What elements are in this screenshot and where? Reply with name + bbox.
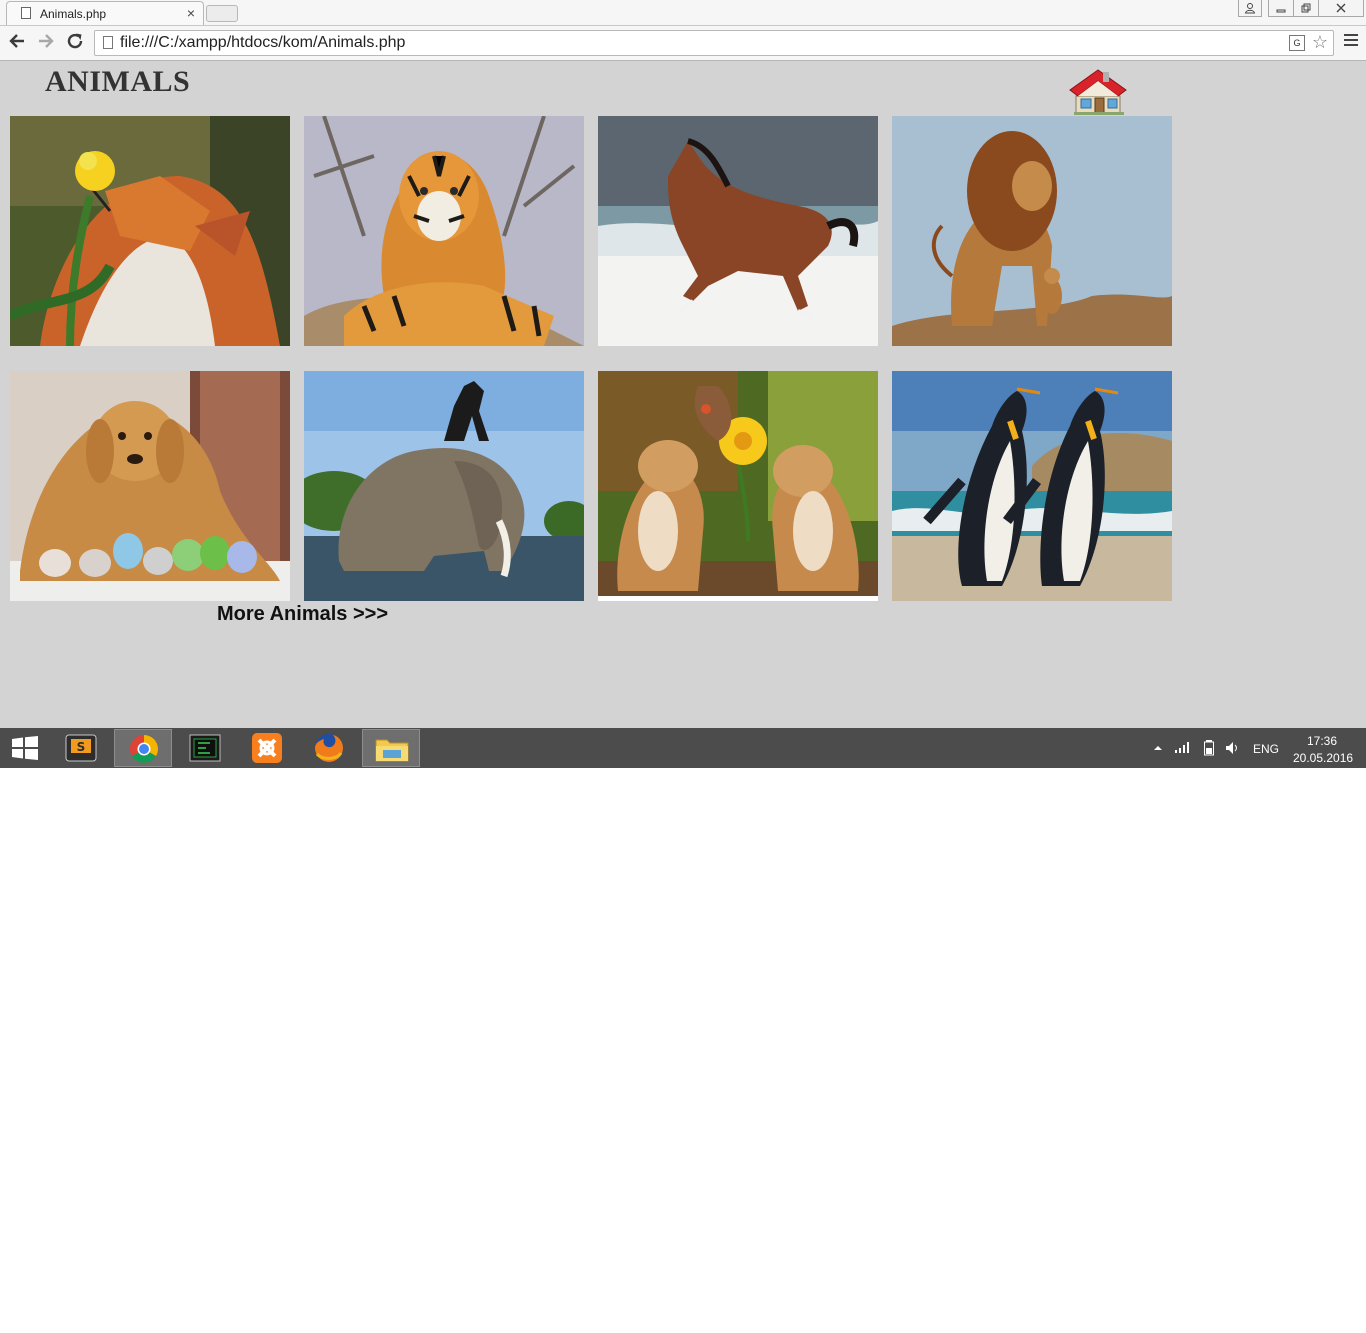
battery-icon[interactable] — [1203, 739, 1215, 757]
hamburger-menu-icon[interactable] — [1344, 34, 1358, 49]
volume-icon[interactable] — [1224, 740, 1240, 756]
language-indicator[interactable]: ENG — [1253, 742, 1279, 756]
translate-icon[interactable]: G — [1289, 35, 1305, 51]
restore-icon[interactable] — [1293, 0, 1319, 17]
file-explorer-icon[interactable] — [362, 729, 420, 767]
terminal-icon[interactable] — [176, 729, 234, 767]
star-icon[interactable]: ☆ — [1312, 32, 1328, 53]
more-animals-link[interactable]: More Animals >>> — [217, 603, 388, 626]
windows-taskbar: S ENG 17:36 20.05.2016 — [0, 728, 1366, 768]
windows-start-icon[interactable] — [10, 736, 40, 760]
fox-photo[interactable] — [10, 116, 290, 346]
address-url[interactable]: file:///C:/xampp/htdocs/kom/Animals.php — [120, 34, 405, 52]
hamsters-photo[interactable] — [598, 371, 878, 601]
arrow-right-icon[interactable] — [37, 32, 55, 50]
horse-photo[interactable] — [598, 116, 878, 346]
close-icon[interactable] — [1318, 0, 1364, 17]
lion-photo[interactable] — [892, 116, 1172, 346]
penguins-photo[interactable] — [892, 371, 1172, 601]
reload-icon[interactable] — [66, 32, 84, 50]
chrome-icon[interactable] — [114, 729, 172, 767]
tab-strip: Animals.php × — [0, 0, 1366, 25]
page-icon — [21, 7, 31, 19]
tab-close-icon[interactable]: × — [187, 5, 195, 21]
new-tab-button[interactable] — [206, 5, 238, 22]
svg-text:S: S — [77, 740, 86, 754]
clock-date[interactable]: 20.05.2016 — [1293, 751, 1353, 765]
page-title: ANIMALS — [45, 65, 191, 98]
tiger-photo[interactable] — [304, 116, 584, 346]
tab-title: Animals.php — [40, 7, 107, 21]
sublime-text-icon[interactable]: S — [52, 729, 110, 767]
page-icon — [103, 36, 113, 49]
dog-and-birds-photo[interactable] — [10, 371, 290, 601]
house-icon[interactable] — [1068, 66, 1128, 116]
xampp-icon[interactable] — [238, 729, 296, 767]
browser-chrome: Animals.php × file:///C:/xampp/htdocs/ko… — [0, 0, 1366, 61]
signal-icon[interactable] — [1174, 740, 1192, 754]
elephant-photo[interactable] — [304, 371, 584, 601]
minimize-icon[interactable] — [1268, 0, 1294, 17]
user-icon[interactable] — [1238, 0, 1262, 17]
clock-time[interactable]: 17:36 — [1307, 734, 1337, 748]
tray-expand-icon[interactable] — [1153, 743, 1163, 753]
browser-tab[interactable]: Animals.php × — [6, 1, 204, 25]
firefox-icon[interactable] — [300, 729, 358, 767]
browser-toolbar: file:///C:/xampp/htdocs/kom/Animals.php … — [0, 25, 1366, 61]
arrow-left-icon[interactable] — [8, 32, 26, 50]
page-viewport: ANIMALS More Animals >>> — [0, 61, 1366, 728]
address-bar[interactable]: file:///C:/xampp/htdocs/kom/Animals.php … — [94, 30, 1334, 56]
